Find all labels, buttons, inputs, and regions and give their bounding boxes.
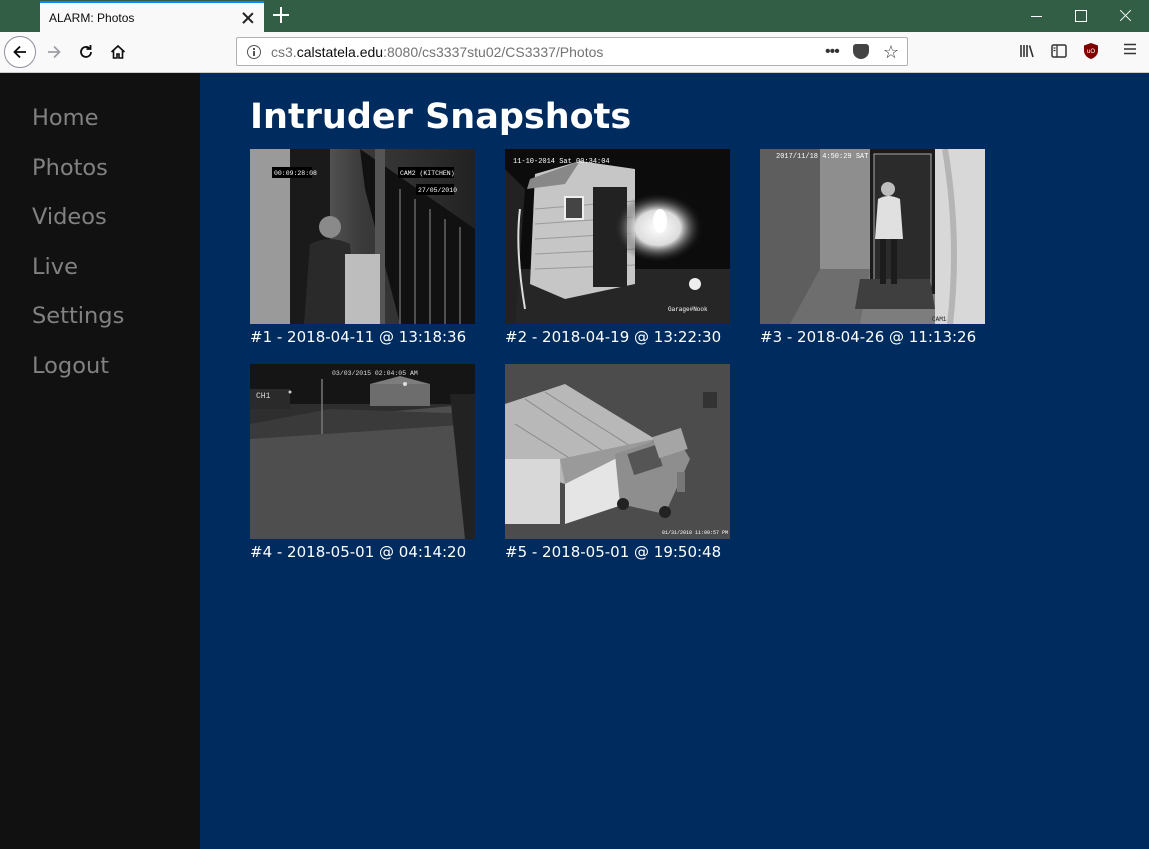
snapshot-overlay-4a: 03/03/2015 02:04:05 AM — [332, 370, 418, 377]
snapshot-image-1[interactable]: 00:09:28:08 CAM2 (KITCHEN) 27/05/2010 — [250, 149, 475, 324]
reload-icon — [80, 45, 92, 58]
sidebar-item-live[interactable]: Live — [0, 243, 200, 293]
tab-title: ALARM: Photos — [49, 10, 135, 25]
snapshot-overlay-4b: CH1 — [256, 392, 271, 401]
snapshot-card-5: 01/31/2018 11:09:57 PM #5 - 2018-05-01 @… — [505, 364, 730, 561]
snapshot-caption-4: #4 - 2018-05-01 @ 04:14:20 — [250, 543, 467, 561]
pocket-icon[interactable] — [852, 44, 869, 59]
snapshot-overlay-3b: CAM1 — [932, 316, 947, 323]
url-prefix: cs3. — [271, 43, 297, 60]
snapshot-overlay-5a: 01/31/2018 11:09:57 PM — [662, 530, 728, 536]
home-button[interactable] — [102, 36, 134, 68]
svg-text:uO: uO — [1087, 49, 1095, 55]
bookmark-star-icon[interactable]: ☆ — [883, 43, 899, 61]
reload-button[interactable] — [70, 36, 102, 68]
tab-bar: ALARM: Photos — [0, 0, 1149, 32]
back-button[interactable] — [4, 36, 36, 68]
new-tab-icon[interactable] — [272, 6, 290, 24]
site-info-icon[interactable] — [247, 44, 261, 59]
navigation-toolbar: cs3.calstatela.edu:8080/cs3337stu02/CS33… — [0, 32, 1149, 73]
hamburger-menu-icon[interactable] — [1123, 42, 1137, 56]
address-bar[interactable]: cs3.calstatela.edu:8080/cs3337stu02/CS33… — [236, 37, 908, 66]
ublock-origin-icon[interactable]: uO — [1083, 42, 1099, 60]
maximize-window-icon[interactable] — [1071, 6, 1091, 26]
sidebar-nav: Home Photos Videos Live Settings Logout — [0, 73, 200, 849]
snapshot-overlay-1a: 00:09:28:08 — [274, 170, 317, 177]
snapshot-card-3: 2017/11/18 4:50:29 SAT CAM1 #3 - 2018-04… — [760, 149, 985, 346]
sidebar-item-logout[interactable]: Logout — [0, 342, 200, 392]
snapshot-image-4[interactable]: 03/03/2015 02:04:05 AM CH1 — [250, 364, 475, 539]
url-text[interactable]: cs3.calstatela.edu:8080/cs3337stu02/CS33… — [271, 44, 825, 60]
page-actions-icon[interactable]: ••• — [825, 43, 840, 61]
snapshot-overlay-2a: 11-10-2014 Sat 00:34:04 — [513, 158, 610, 166]
forward-button[interactable] — [38, 36, 70, 68]
snapshot-caption-2: #2 - 2018-04-19 @ 13:22:30 — [505, 328, 722, 346]
snapshot-image-2[interactable]: 11-10-2014 Sat 00:34:04 Garage#Nook — [505, 149, 730, 324]
snapshot-overlay-2b: Garage#Nook — [668, 306, 708, 313]
sidebar-item-videos[interactable]: Videos — [0, 193, 200, 243]
snapshot-overlay-1b: CAM2 (KITCHEN) — [400, 170, 455, 177]
sidebar-item-settings[interactable]: Settings — [0, 292, 200, 342]
library-icon[interactable] — [1018, 42, 1036, 60]
snapshot-card-4: 03/03/2015 02:04:05 AM CH1 #4 - 2018-05-… — [250, 364, 475, 561]
snapshot-overlay-1c: 27/05/2010 — [418, 187, 457, 194]
arrow-right-icon — [48, 45, 61, 59]
snapshot-caption-1: #1 - 2018-04-11 @ 13:18:36 — [250, 328, 467, 346]
sidebar-toggle-icon[interactable] — [1050, 42, 1068, 60]
arrow-left-icon — [13, 45, 26, 59]
sidebar-item-photos[interactable]: Photos — [0, 144, 200, 194]
snapshot-image-5[interactable]: 01/31/2018 11:09:57 PM — [505, 364, 730, 539]
close-tab-icon[interactable] — [240, 10, 256, 26]
url-host: calstatela.edu — [296, 43, 384, 60]
snapshot-caption-5: #5 - 2018-05-01 @ 19:50:48 — [505, 543, 722, 561]
browser-tab[interactable]: ALARM: Photos — [40, 1, 264, 32]
sidebar-item-home[interactable]: Home — [0, 94, 200, 144]
close-window-icon[interactable] — [1116, 6, 1136, 26]
snapshot-caption-3: #3 - 2018-04-26 @ 11:13:26 — [760, 328, 977, 346]
snapshot-card-2: 11-10-2014 Sat 00:34:04 Garage#Nook #2 -… — [505, 149, 730, 346]
snapshot-overlay-3a: 2017/11/18 4:50:29 SAT — [776, 153, 868, 161]
url-path: :8080/cs3337stu02/CS3337/Photos — [383, 43, 604, 60]
main-content: Intruder Snapshots 00:09:28:08 CAM2 (KIT… — [200, 73, 1149, 849]
minimize-window-icon[interactable] — [1027, 6, 1047, 26]
home-icon — [110, 44, 126, 59]
snapshot-image-3[interactable]: 2017/11/18 4:50:29 SAT CAM1 — [760, 149, 985, 324]
url-actions: ••• ☆ — [825, 43, 899, 61]
page-title: Intruder Snapshots — [250, 97, 632, 137]
snapshot-card-1: 00:09:28:08 CAM2 (KITCHEN) 27/05/2010 #1… — [250, 149, 475, 346]
